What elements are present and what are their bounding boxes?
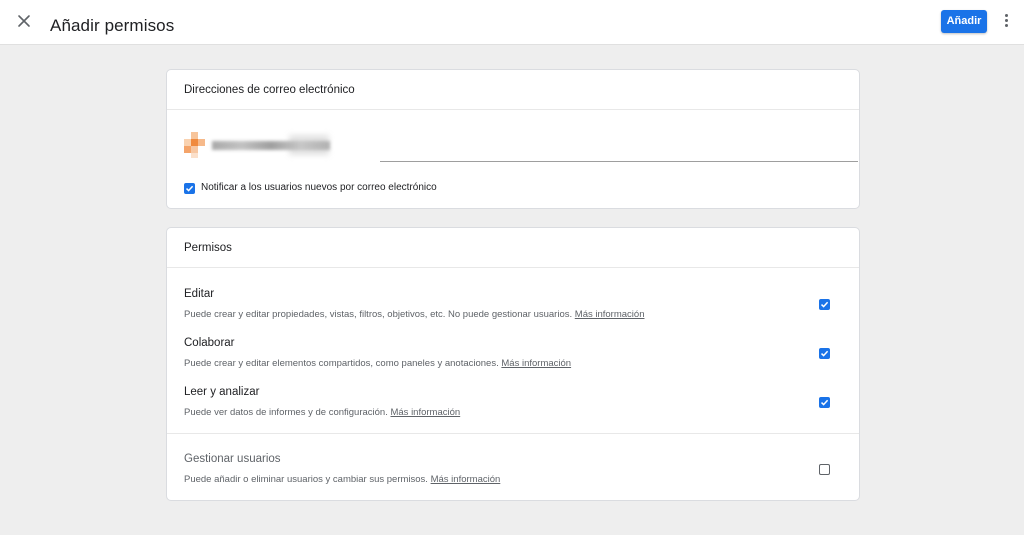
permission-title: Leer y analizar xyxy=(184,386,260,398)
email-chip-row[interactable] xyxy=(184,132,858,162)
permission-description: Puede crear y editar elementos compartid… xyxy=(184,358,572,369)
permission-title: Colaborar xyxy=(184,337,235,349)
divider xyxy=(167,433,859,434)
more-vert-icon[interactable] xyxy=(999,12,1013,32)
email-addresses-card: Direcciones de correo electrónico Notifi… xyxy=(166,69,860,209)
permission-title: Gestionar usuarios xyxy=(184,453,281,465)
close-icon[interactable] xyxy=(13,10,35,32)
read-analyze-checkbox[interactable] xyxy=(819,397,830,408)
permission-description: Puede añadir o eliminar usuarios y cambi… xyxy=(184,474,501,485)
notify-label: Notificar a los usuarios nuevos por corr… xyxy=(201,182,437,193)
permission-edit: Editar Puede crear y editar propiedades,… xyxy=(184,288,844,320)
more-info-link[interactable]: Más información xyxy=(501,358,571,369)
permissions-card: Permisos Editar Puede crear y editar pro… xyxy=(166,227,860,501)
redacted-email-address xyxy=(212,141,330,150)
permission-description: Puede ver datos de informes y de configu… xyxy=(184,407,461,418)
email-card-title: Direcciones de correo electrónico xyxy=(167,70,859,110)
email-input[interactable] xyxy=(380,161,858,162)
add-button[interactable]: Añadir xyxy=(941,10,987,33)
manage-users-checkbox[interactable] xyxy=(819,464,830,475)
collaborate-checkbox[interactable] xyxy=(819,348,830,359)
edit-checkbox[interactable] xyxy=(819,299,830,310)
permission-manage-users: Gestionar usuarios Puede añadir o elimin… xyxy=(184,453,844,485)
permission-read-analyze: Leer y analizar Puede ver datos de infor… xyxy=(184,386,844,418)
avatar xyxy=(184,132,206,158)
permission-title: Editar xyxy=(184,288,215,300)
permission-description: Puede crear y editar propiedades, vistas… xyxy=(184,309,645,320)
more-info-link[interactable]: Más información xyxy=(390,407,460,418)
notify-checkbox[interactable] xyxy=(184,183,195,194)
more-info-link[interactable]: Más información xyxy=(575,309,645,320)
more-info-link[interactable]: Más información xyxy=(431,474,501,485)
page-title: Añadir permisos xyxy=(50,16,175,35)
permission-collaborate: Colaborar Puede crear y editar elementos… xyxy=(184,337,844,369)
permissions-card-title: Permisos xyxy=(167,228,859,268)
top-app-bar: Añadir permisos Añadir xyxy=(0,0,1024,45)
